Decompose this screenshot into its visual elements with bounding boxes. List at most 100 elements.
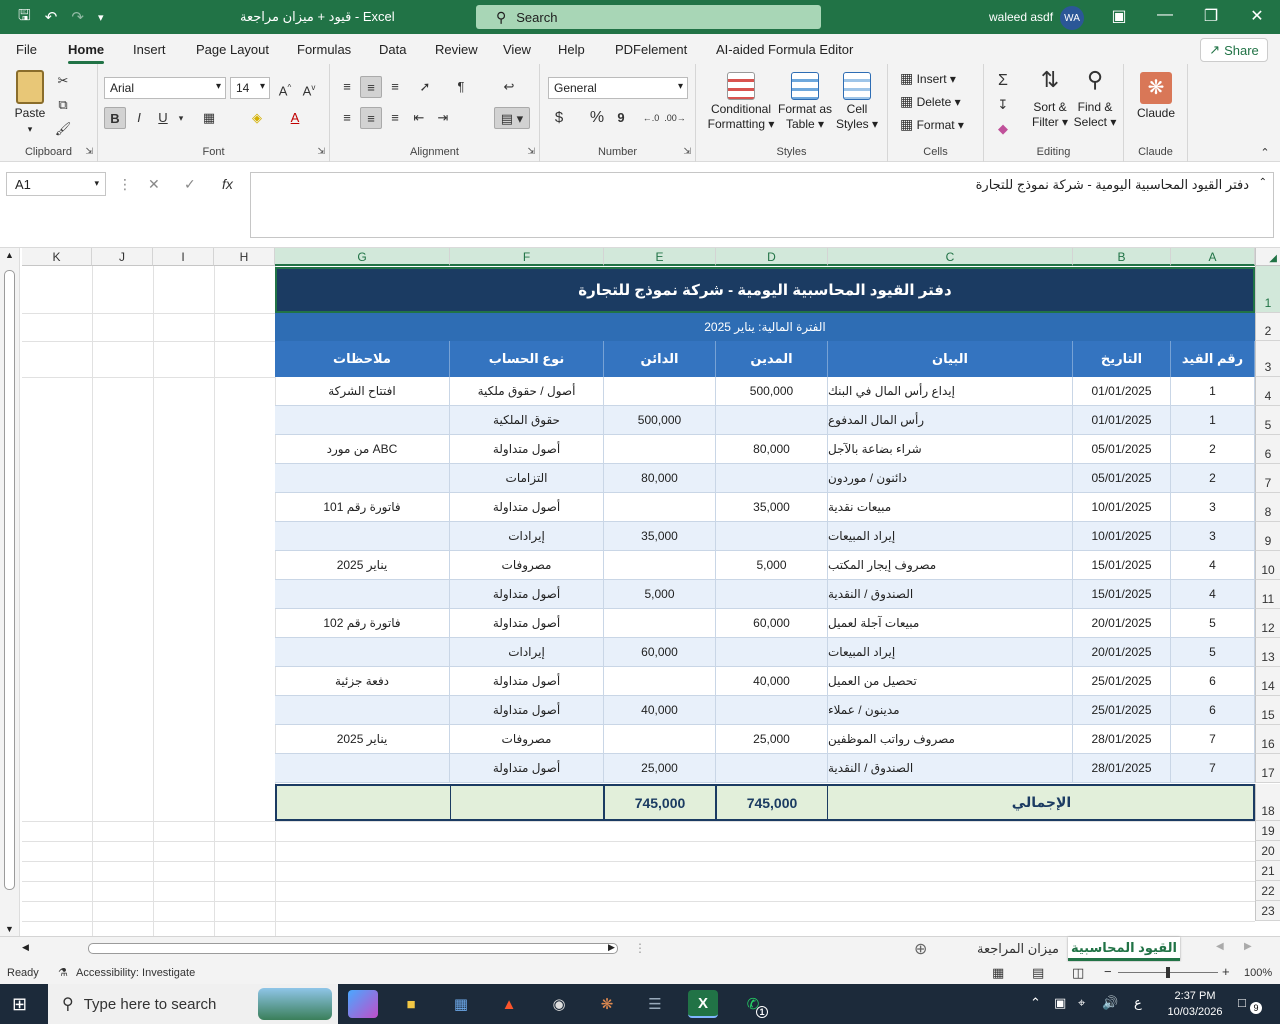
column-header-f[interactable]: F [450, 248, 604, 266]
header-account-type[interactable]: نوع الحساب [450, 341, 604, 377]
collapse-ribbon-icon[interactable]: ⌃ [1254, 142, 1276, 164]
increase-decimal-icon[interactable]: ←.0 [640, 107, 662, 129]
tab-pdfelement[interactable]: PDFelement [615, 42, 687, 57]
cell-credit[interactable]: 80,000 [604, 464, 716, 492]
paragraph-direction-icon[interactable]: ¶ [450, 76, 472, 98]
scroll-up-icon[interactable]: ▲ [5, 250, 14, 260]
ribbon-display-icon[interactable]: ▣ [1104, 6, 1134, 26]
cell-entry-no[interactable]: 7 [1171, 725, 1255, 753]
next-sheet-icon[interactable]: ▶ [1244, 941, 1252, 952]
cell-entry-no[interactable]: 6 [1171, 667, 1255, 695]
tab-help[interactable]: Help [558, 42, 585, 57]
cell-notes[interactable] [275, 696, 450, 724]
cell-styles-button[interactable]: Cell Styles ▾ [834, 72, 880, 132]
cell-description[interactable]: رأس المال المدفوع [828, 406, 1073, 434]
row-header-2[interactable]: 2 [1255, 313, 1280, 341]
row-header-11[interactable]: 11 [1255, 580, 1280, 609]
cell-debit[interactable]: 5,000 [716, 551, 828, 579]
font-name-select[interactable]: Arial ▾ [104, 77, 226, 99]
tab-view[interactable]: View [503, 42, 531, 57]
customize-qa-icon[interactable]: ▾ [98, 11, 104, 24]
cell-date[interactable]: 25/01/2025 [1073, 696, 1171, 724]
close-icon[interactable]: ✕ [1242, 6, 1272, 26]
sort-filter-button[interactable]: ⇅ Sort & Filter ▾ [1030, 69, 1070, 130]
row-header-15[interactable]: 15 [1255, 696, 1280, 725]
cell-account-type[interactable]: أصول متداولة [450, 609, 604, 637]
add-sheet-icon[interactable]: ⊕ [914, 939, 927, 959]
copilot-icon[interactable] [348, 990, 378, 1018]
tab-file[interactable]: File [16, 42, 37, 57]
cell-account-type[interactable]: أصول / حقوق ملكية [450, 377, 604, 405]
avatar[interactable]: WA [1060, 6, 1084, 30]
align-bottom-icon[interactable]: ≡ [384, 76, 406, 98]
page-layout-view-icon[interactable]: ▤ [1032, 965, 1044, 981]
cell-account-type[interactable]: إيرادات [450, 638, 604, 666]
total-notes[interactable] [277, 786, 450, 819]
cell-entry-no[interactable]: 2 [1171, 464, 1255, 492]
column-header-j[interactable]: J [92, 248, 153, 266]
row-header-3[interactable]: 3 [1255, 341, 1280, 377]
cell-debit[interactable]: 500,000 [716, 377, 828, 405]
horizontal-scrollbar[interactable]: ◀ ▶ [20, 942, 620, 956]
cell-account-type[interactable]: أصول متداولة [450, 696, 604, 724]
stacked-app-icon[interactable]: ☰ [640, 990, 670, 1018]
insert-cells-button[interactable]: ▦ Insert ▾ [900, 71, 956, 87]
cell-credit[interactable] [604, 551, 716, 579]
header-description[interactable]: البيان [828, 341, 1073, 377]
cell-notes[interactable]: فاتورة رقم 101 [275, 493, 450, 521]
cut-icon[interactable]: ✂ [52, 70, 74, 92]
align-middle-icon[interactable]: ≡ [360, 76, 382, 98]
row-header-20[interactable]: 20 [1255, 841, 1280, 861]
comma-style-button[interactable]: 9 [610, 107, 632, 129]
cell-credit[interactable]: 35,000 [604, 522, 716, 550]
row-header-22[interactable]: 22 [1255, 881, 1280, 901]
excel-icon[interactable]: X [688, 990, 718, 1018]
row-header-16[interactable]: 16 [1255, 725, 1280, 754]
name-box[interactable]: A1 ▾ [6, 172, 106, 196]
paste-button[interactable]: Paste ▾ [10, 70, 50, 137]
header-debit[interactable]: المدين [716, 341, 828, 377]
header-entry-no[interactable]: رقم القيد [1171, 341, 1255, 377]
fill-color-icon[interactable]: ◈ [246, 107, 268, 129]
tab-data[interactable]: Data [379, 42, 406, 57]
cell-credit[interactable]: 5,000 [604, 580, 716, 608]
row-header-12[interactable]: 12 [1255, 609, 1280, 638]
restore-icon[interactable]: ❐ [1196, 6, 1226, 26]
cell-debit[interactable]: 60,000 [716, 609, 828, 637]
total-account-type[interactable] [450, 786, 604, 819]
cell-date[interactable]: 28/01/2025 [1073, 725, 1171, 753]
cell-entry-no[interactable]: 7 [1171, 754, 1255, 782]
conditional-formatting-button[interactable]: Conditional Formatting ▾ [706, 72, 776, 132]
cell-date[interactable]: 28/01/2025 [1073, 754, 1171, 782]
cell-notes[interactable] [275, 580, 450, 608]
prev-sheet-icon[interactable]: ◀ [1216, 941, 1224, 952]
normal-view-icon[interactable]: ▦ [992, 965, 1004, 981]
cell-description[interactable]: مدينون / عملاء [828, 696, 1073, 724]
row-header-21[interactable]: 21 [1255, 861, 1280, 881]
merge-center-icon[interactable]: ▤ ▾ [494, 107, 530, 129]
select-all-corner[interactable]: ◢ [1255, 248, 1280, 266]
user-name[interactable]: waleed asdf [989, 10, 1053, 24]
italic-button[interactable]: I [128, 107, 150, 129]
format-painter-icon[interactable]: 🖌 [52, 118, 74, 140]
insert-function-button[interactable]: fx [222, 176, 233, 192]
increase-indent-icon[interactable]: ⇥ [432, 107, 454, 129]
row-header-5[interactable]: 5 [1255, 406, 1280, 435]
zoom-level[interactable]: 100% [1244, 967, 1272, 979]
cell-description[interactable]: دائنون / موردون [828, 464, 1073, 492]
enter-icon[interactable]: ✓ [184, 176, 196, 193]
cell-debit[interactable] [716, 406, 828, 434]
align-right-icon[interactable]: ≡ [384, 107, 406, 129]
tab-split-icon[interactable]: ⋮ [634, 941, 646, 955]
format-cells-button[interactable]: ▦ Format ▾ [900, 117, 964, 133]
total-label[interactable]: الإجمالي [828, 786, 1255, 819]
windows-start-icon[interactable]: ⊞ [12, 994, 27, 1015]
scroll-down-icon[interactable]: ▼ [5, 924, 14, 934]
cell-date[interactable]: 10/01/2025 [1073, 493, 1171, 521]
decrease-font-icon[interactable]: Av [298, 77, 320, 99]
cell-credit[interactable] [604, 725, 716, 753]
cell-description[interactable]: تحصيل من العميل [828, 667, 1073, 695]
cell-debit[interactable] [716, 464, 828, 492]
bold-button[interactable]: B [104, 107, 126, 129]
column-header-e[interactable]: E [604, 248, 716, 266]
